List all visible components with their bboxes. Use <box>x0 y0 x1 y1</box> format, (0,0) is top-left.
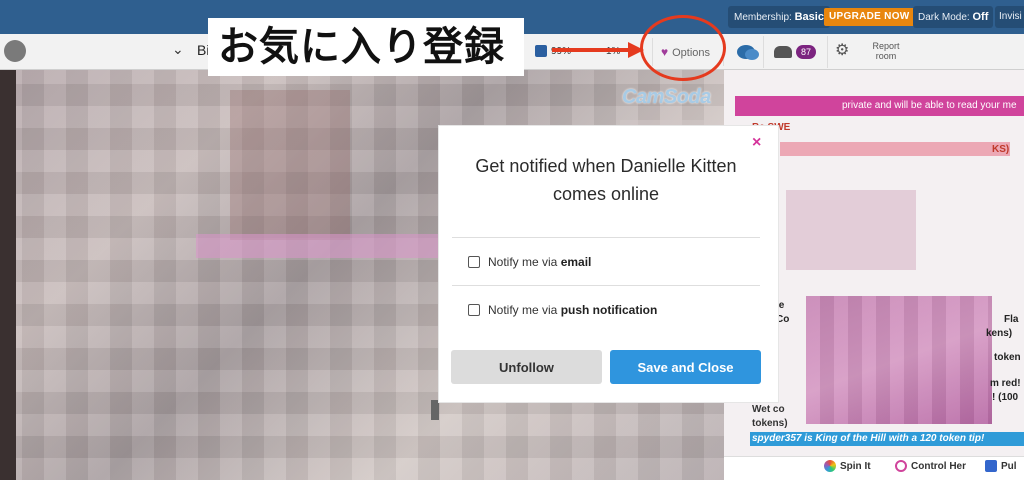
video-mosaic <box>230 90 350 240</box>
chat-action-bar <box>724 456 1024 480</box>
membership-status: Membership: Basic <box>728 6 830 28</box>
invisible-toggle[interactable]: Invisi <box>995 6 1024 28</box>
user-count-badge: 87 <box>796 45 817 59</box>
upgrade-now-button[interactable]: UPGRADE NOW <box>824 8 915 26</box>
thumbs-up-icon <box>535 45 547 58</box>
users-icon <box>774 46 792 58</box>
email-option-prefix: Notify me via <box>488 255 561 269</box>
notify-push-option[interactable]: Notify me via push notification <box>468 303 657 317</box>
chat-mosaic <box>786 190 916 270</box>
chat-fragment: Fla <box>1004 314 1019 325</box>
dark-mode-label: Dark Mode: <box>918 12 970 23</box>
annotation-arrow-icon <box>552 42 644 58</box>
modal-divider <box>452 237 760 238</box>
chat-fragment: Wet co <box>752 404 785 415</box>
chat-fragment: kens) <box>986 328 1013 339</box>
save-and-close-button[interactable]: Save and Close <box>610 350 761 384</box>
membership-value: Basic <box>794 11 824 23</box>
modal-title: Get notified when Danielle Kitten comes … <box>475 156 737 204</box>
avatar[interactable] <box>4 40 26 62</box>
users-button[interactable]: 87 <box>768 36 828 68</box>
king-of-hill-message: spyder357 is King of the Hill with a 120… <box>752 433 985 444</box>
email-option-label: Notify me via email <box>488 255 591 269</box>
control-her-label: Control Her <box>911 460 966 472</box>
push-checkbox[interactable] <box>468 304 480 316</box>
chat-toggle[interactable] <box>728 36 764 68</box>
membership-label: Membership: <box>734 12 792 23</box>
gear-icon[interactable]: ⚙ <box>835 40 849 60</box>
video-mosaic <box>196 234 476 258</box>
push-option-prefix: Notify me via <box>488 303 561 317</box>
spin-it-label: Spin It <box>840 460 871 472</box>
email-checkbox[interactable] <box>468 256 480 268</box>
report-room-button[interactable]: Report room <box>866 41 906 61</box>
pinned-notice-text: private and will be able to read your me <box>842 100 1017 111</box>
email-option-bold: email <box>560 255 592 269</box>
pull-button[interactable]: Pul <box>985 460 1017 472</box>
video-edge <box>0 70 16 480</box>
control-icon <box>895 460 907 472</box>
camsoda-watermark: CamSoda <box>622 86 711 108</box>
chat-bubble-icon <box>736 45 759 60</box>
video-scroll-handle[interactable] <box>431 400 439 420</box>
chat-fragment: token <box>994 352 1021 363</box>
dark-mode-toggle[interactable]: Dark Mode: Off <box>913 6 994 28</box>
close-icon[interactable]: × <box>752 134 761 152</box>
push-option-label: Notify me via push notification <box>488 303 657 317</box>
wheel-icon <box>824 460 836 472</box>
spin-it-button[interactable]: Spin It <box>824 460 871 472</box>
chat-mosaic <box>806 296 992 424</box>
modal-divider <box>452 285 760 286</box>
annotation-highlight-circle <box>640 15 726 81</box>
chat-fragment: KS) <box>992 144 1010 155</box>
unfollow-button[interactable]: Unfollow <box>451 350 602 384</box>
pull-label: Pul <box>1001 460 1017 472</box>
annotation-label: お気に入り登録 <box>208 18 524 76</box>
slot-icon <box>985 460 997 472</box>
push-option-bold: push notification <box>560 303 658 317</box>
chat-fragment: tokens) <box>752 418 788 429</box>
chat-fragment: ! (100 <box>992 392 1019 403</box>
chat-highlight <box>780 142 1010 156</box>
chat-fragment: m red! <box>990 378 1021 389</box>
chevron-down-icon[interactable]: ⌄ <box>172 41 184 58</box>
dark-mode-value: Off <box>972 11 989 23</box>
chat-fragment: Co <box>776 314 790 325</box>
notify-email-option[interactable]: Notify me via email <box>468 255 591 269</box>
control-her-button[interactable]: Control Her <box>895 460 966 472</box>
